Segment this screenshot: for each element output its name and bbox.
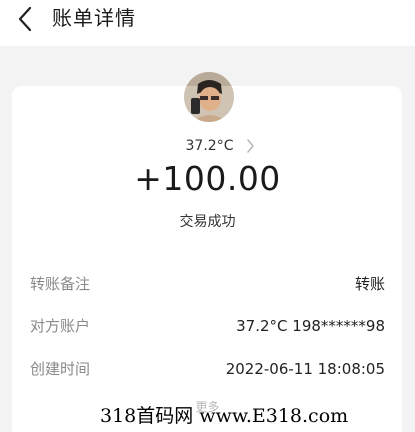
amount: +100.00: [134, 159, 281, 198]
detail-row-created-time: 创建时间 2022-06-11 18:08:05: [30, 358, 385, 380]
watermark-text: 318首码网 www.E318.com: [100, 405, 349, 427]
chevron-left-icon: [18, 6, 32, 32]
app-header: 账单详情: [0, 0, 415, 46]
detail-label: 创建时间: [30, 360, 91, 378]
page-title: 账单详情: [52, 6, 136, 30]
detail-row-remark: 转账备注 转账: [30, 273, 385, 295]
payee-name: 37.2°C: [185, 138, 234, 154]
avatar[interactable]: [184, 72, 234, 122]
detail-label: 转账备注: [30, 275, 91, 293]
detail-value: 2022-06-11 18:08:05: [225, 360, 385, 378]
payee-row[interactable]: 37.2°C: [0, 136, 415, 156]
detail-label: 对方账户: [30, 317, 91, 335]
detail-value: 37.2°C 198******98: [236, 317, 385, 335]
back-button[interactable]: [12, 4, 38, 34]
detail-value: 转账: [354, 275, 385, 293]
detail-row-account: 对方账户 37.2°C 198******98: [30, 315, 385, 337]
transaction-status: 交易成功: [179, 214, 236, 230]
chevron-right-icon: [243, 139, 257, 153]
avatar-photo: [184, 72, 234, 122]
